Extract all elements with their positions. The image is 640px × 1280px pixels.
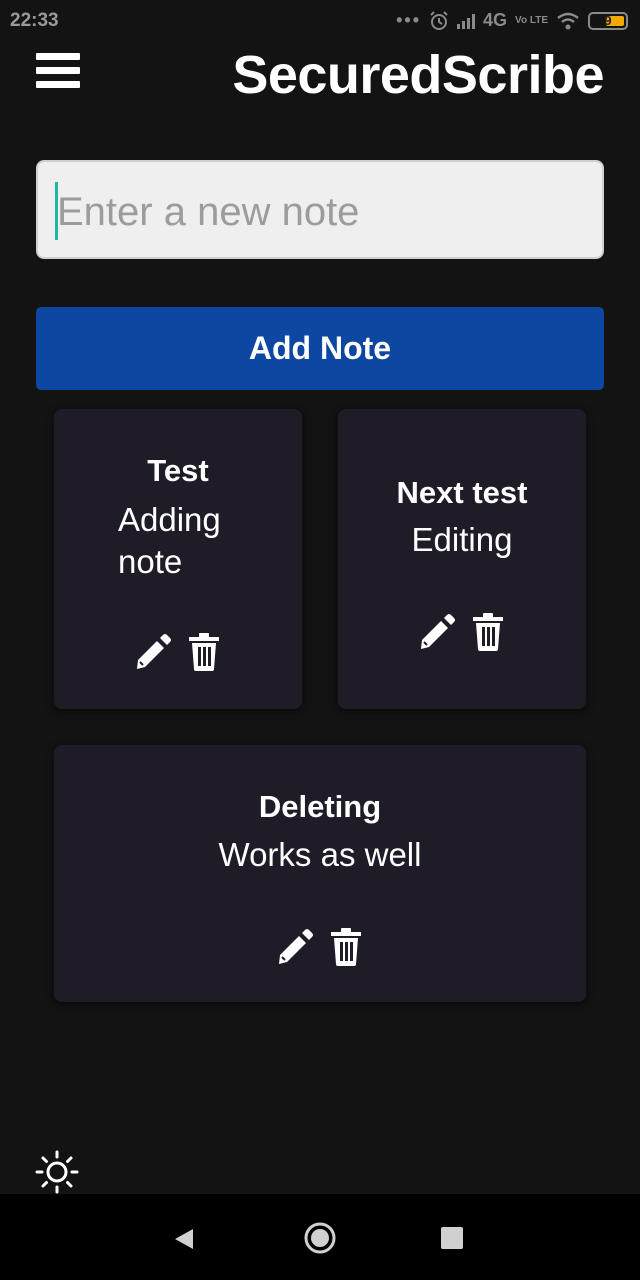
new-note-input[interactable]: Enter a new note [36,160,604,259]
status-time: 22:33 [10,10,59,31]
volte-badge: Vo LTE [515,15,548,26]
battery-icon: 9 [588,11,628,30]
edit-pencil-icon[interactable] [418,613,456,651]
note-body-line: Editing [411,521,513,558]
note-card: Test Adding note [54,409,302,709]
recents-square-icon[interactable] [441,1227,463,1249]
note-title: Deleting [258,789,382,824]
note-body-line: Adding [118,501,221,538]
note-body: Works as well [54,834,586,876]
network-type: 4G [483,10,508,30]
edit-pencil-icon[interactable] [134,633,172,671]
edit-pencil-icon[interactable] [276,928,314,966]
hamburger-menu-icon[interactable] [36,53,80,93]
note-card: Next test Editing [338,409,586,709]
status-icons: ••• 4G Vo LTE 9 [396,10,628,31]
new-note-placeholder: Enter a new note [57,190,360,234]
note-title: Test [147,453,209,488]
back-triangle-icon[interactable] [174,1228,194,1250]
app-title: SecuredScribe [232,45,604,105]
add-note-button[interactable]: Add Note [36,307,604,390]
more-dots-icon: ••• [396,10,422,30]
note-body: Editing [338,519,586,561]
alarm-icon [430,10,448,30]
note-card: Deleting Works as well [54,745,586,1002]
signal-icon [457,13,476,29]
note-body: Adding note [118,499,221,583]
note-body-line: Works as well [218,836,422,873]
wifi-icon [557,12,579,29]
sun-icon[interactable] [35,1150,79,1194]
home-circle-icon[interactable] [303,1221,337,1255]
status-bar: 22:33 ••• 4G Vo LTE 9 [0,0,640,44]
battery-level: 9 [604,13,612,28]
note-actions [276,928,362,966]
note-actions [134,633,220,671]
delete-trash-icon[interactable] [330,928,362,966]
delete-trash-icon[interactable] [472,613,504,651]
delete-trash-icon[interactable] [188,633,220,671]
note-actions [418,613,504,651]
note-title: Next test [396,475,528,510]
note-body-line: note [118,543,183,580]
